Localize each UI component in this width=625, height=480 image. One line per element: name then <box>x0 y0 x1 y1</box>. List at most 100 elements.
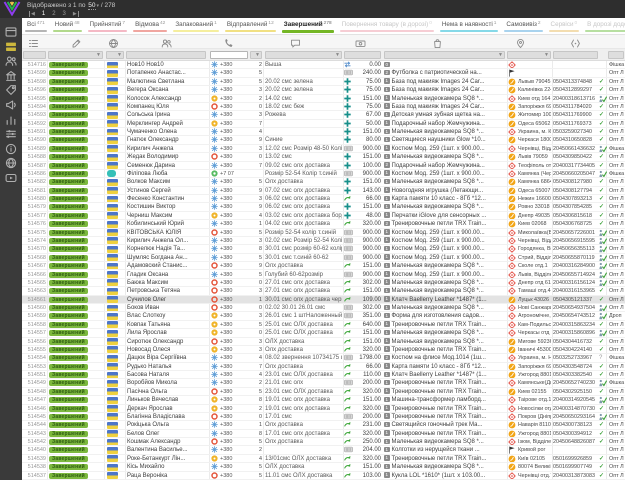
dashboard-icon[interactable] <box>5 25 17 37</box>
filter-products[interactable]: ▼ <box>384 51 505 59</box>
order-row[interactable]: 514589ЗавершенийКирилич Анжела+380312.02… <box>22 145 625 153</box>
order-row[interactable]: 514558ЗавершенийКовпак Татьяна+380525.01… <box>22 321 625 329</box>
order-row[interactable]: 514545ЗавершенийБлагінна Владіслава+3800… <box>22 413 625 421</box>
order-row[interactable]: 514544ЗавершенийРокіцька Ольга+3801Олх д… <box>22 421 625 429</box>
order-row[interactable]: 514588ЗавершенийЖедак Володимир+380013.0… <box>22 153 625 161</box>
company-icon[interactable] <box>5 69 17 81</box>
order-row[interactable]: 514546ЗавершенийДеркач Ярослав+380219.01… <box>22 405 625 413</box>
order-row[interactable]: 514586ЗавершенийФіліпова Люба+7 07Розмір… <box>22 170 625 178</box>
filter-phone-input[interactable] <box>210 51 248 59</box>
order-number-icon[interactable] <box>28 36 39 47</box>
order-row[interactable]: 514577ЗавершенийЧерниш Максим+380403.02 … <box>22 212 625 220</box>
filter-channel[interactable] <box>608 51 624 59</box>
tab-3[interactable]: Прийнятий7 <box>85 18 131 34</box>
video-help-icon[interactable] <box>5 171 17 183</box>
page-button-3[interactable]: 3 <box>63 11 66 17</box>
first-page-button[interactable]: ◀ <box>29 11 35 17</box>
filter-status[interactable]: ▼ <box>48 51 103 59</box>
status-icon[interactable] <box>71 36 82 47</box>
order-row[interactable]: 514599ЗавершенийПотапенко Анастас...+380… <box>22 69 625 77</box>
order-row[interactable]: 514559ЗавершенийВлас Слоткоу+380326.01 с… <box>22 312 625 320</box>
filter-payment[interactable] <box>344 51 381 59</box>
filter-dropdown-icon[interactable]: ▼ <box>96 52 101 58</box>
order-row[interactable]: 514587ЗавершенийСеменюк Дарина+380709.02… <box>22 162 625 170</box>
city-icon[interactable] <box>515 36 526 47</box>
filter-comment[interactable]: ▼ <box>265 51 342 59</box>
page-size-dropdown[interactable]: 50 <box>88 2 95 10</box>
tab-12[interactable]: В дорозі додому <box>582 18 625 34</box>
tab-2[interactable]: Новий48 <box>50 18 85 34</box>
client-icon[interactable] <box>161 36 172 47</box>
order-row[interactable]: 514554ЗавершенийДацюк Віра Сергіївна+380… <box>22 354 625 362</box>
order-row[interactable]: 514553ЗавершенийРудько Наталья+3807Олх д… <box>22 363 625 371</box>
order-row[interactable]: 514582ЗавершенийВолков Максим+3805Олх до… <box>22 178 625 186</box>
filter-tracking[interactable] <box>553 51 598 59</box>
tab-11[interactable]: Сервіси0 <box>546 18 583 34</box>
order-row[interactable]: 514548ЗавершенийПасічна Ольга+380523.01 … <box>22 388 625 396</box>
order-row[interactable]: 514590ЗавершенийГнатюк Олександр+3809Син… <box>22 136 625 144</box>
order-row[interactable]: 514563ЗавершенийПетровська Тетяна+380327… <box>22 287 625 295</box>
order-row[interactable]: 514596ЗавершенийВегера Оксана+380320.02 … <box>22 86 625 94</box>
filter-msgs[interactable]: ▼ <box>250 51 262 59</box>
tab-1[interactable]: Всі471 <box>22 18 50 34</box>
products-icon[interactable] <box>432 36 443 47</box>
filter-dropdown-icon[interactable]: ▼ <box>117 52 122 58</box>
order-row[interactable]: 514561ЗавершенийСучилов Олег+380130.01 с… <box>22 296 625 304</box>
tab-8[interactable]: Повернення товару (в дорозі)0 <box>337 18 437 34</box>
order-row[interactable]: 514543ЗавершенийБелов Олег+380817.01 смс… <box>22 430 625 438</box>
order-row[interactable]: 514537ЗавершенийРаца Вероніка+380511.01 … <box>22 472 625 480</box>
page-button-1[interactable]: 1 <box>42 11 45 17</box>
order-row[interactable]: 514555ЗавершенийНовосад Олеся+3803Олх до… <box>22 346 625 354</box>
page-button-2[interactable]: 2 <box>52 11 55 17</box>
order-row[interactable]: 514570ЗавершенийКорнелюк Надія Та...+380… <box>22 245 625 253</box>
filter-order-id[interactable] <box>23 51 46 59</box>
order-row[interactable]: 514542ЗавершенийКошмак Александр+3805Олх… <box>22 438 625 446</box>
order-row[interactable]: 514547ЗавершенийЛиньков Вячеслав+380819.… <box>22 396 625 404</box>
order-row[interactable]: 514576ЗавершенийКобилинський Юрий+380104… <box>22 220 625 228</box>
last-page-button[interactable]: ▶ <box>73 11 79 17</box>
filter-dropdown-icon[interactable]: ▼ <box>255 52 260 58</box>
payment-icon[interactable] <box>355 36 366 47</box>
order-row[interactable]: 514580ЗавершенийФесенко Константин+38030… <box>22 195 625 203</box>
order-row[interactable]: 514540ЗавершенийВалентина Василье...+380… <box>22 446 625 454</box>
order-row[interactable]: 514716ЗавершенийНов10 Нов10+3802Выша0.00… <box>22 61 625 69</box>
comment-icon[interactable] <box>290 36 301 47</box>
order-row[interactable]: 514593ЗавершенийСольська Ірина+3803Рожев… <box>22 111 625 119</box>
order-row[interactable]: 514568ЗавершенийШумляс Богдана Ан...+380… <box>22 254 625 262</box>
order-row[interactable]: 514565ЗавершенийБаюка Максим+380027.01 с… <box>22 279 625 287</box>
phone-icon[interactable] <box>223 36 234 47</box>
tab-4[interactable]: Відмова42 <box>130 18 170 34</box>
filter-city[interactable]: ▼ <box>507 51 551 59</box>
order-row[interactable]: 514595ЗавершенийКолосок Александр+380214… <box>22 95 625 103</box>
globe-icon[interactable] <box>5 156 17 168</box>
sales-tag-icon[interactable] <box>5 83 17 95</box>
filter-client[interactable] <box>126 51 206 59</box>
order-row[interactable]: 514560ЗавершенийБоков Иван+380002.02 30.… <box>22 304 625 312</box>
filter-dropdown-icon[interactable]: ▼ <box>335 52 340 58</box>
filter-dropdown-icon[interactable]: ▼ <box>544 52 549 58</box>
order-row[interactable]: 514566ЗавершенийГладик Оксана+3805Голуби… <box>22 271 625 279</box>
order-row[interactable]: 514598ЗавершенийМалютина Светлана+380520… <box>22 78 625 86</box>
info-icon[interactable] <box>5 142 17 154</box>
tab-9[interactable]: Нема в наявності1 <box>437 18 502 34</box>
order-row[interactable]: 514574ЗавершенийКирилич Анжела Ол...+380… <box>22 237 625 245</box>
order-row[interactable]: 514556ЗавершенийСиротюк Олександр+3803ОЛ… <box>22 338 625 346</box>
tracking-icon[interactable] <box>570 36 581 47</box>
order-row[interactable]: 514539ЗавершенийРоке-Бетанкурт Лін...+38… <box>22 455 625 463</box>
order-row[interactable]: 514581ЗавершенийУстинов Сергей+380907.02… <box>22 187 625 195</box>
marketing-icon[interactable] <box>5 98 17 110</box>
order-row[interactable]: 514594ЗавершенийКомпанец Юля+380018.02 с… <box>22 103 625 111</box>
tab-7[interactable]: Завершений278 <box>279 18 337 34</box>
tab-6[interactable]: Відправлений12 <box>222 18 279 34</box>
country-icon[interactable] <box>108 36 119 47</box>
filter-dropdown-icon[interactable]: ▼ <box>498 52 503 58</box>
filter-country[interactable]: ▼ <box>106 51 124 59</box>
order-row[interactable]: 514551ЗавершенийБасова Наталя+380423.01 … <box>22 371 625 379</box>
order-row[interactable]: 514575ЗавершенийКВІТОВСЬКА ЮЛІЯ+3805Розм… <box>22 229 625 237</box>
order-row[interactable]: 514591ЗавершенийЧумаченко Олена+3804151.… <box>22 128 625 136</box>
statistics-icon[interactable] <box>5 113 17 125</box>
order-row[interactable]: 514592ЗавершенийМерклингер Андрей+380750… <box>22 120 625 128</box>
order-row[interactable]: 514538ЗавершенийКісь Михайло+3805ОЛХ дос… <box>22 463 625 471</box>
tab-10[interactable]: Самовивіз2 <box>501 18 545 34</box>
order-row[interactable]: 514557ЗавершенийЛила Ярослав+380025.01 с… <box>22 329 625 337</box>
